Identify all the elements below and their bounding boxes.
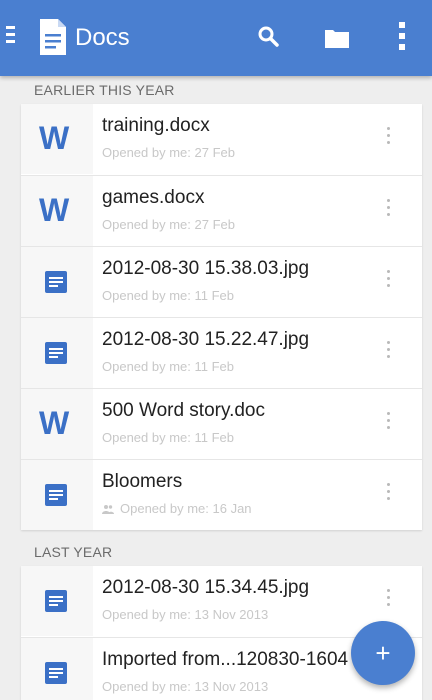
file-name: Imported from...120830-1604 bbox=[102, 649, 349, 670]
add-icon: + bbox=[375, 638, 391, 668]
file-row[interactable]: 2012-08-30 15.38.03.jpg Opened by me: 11… bbox=[21, 246, 422, 317]
doc-icon bbox=[45, 342, 67, 364]
row-overflow-icon[interactable] bbox=[386, 341, 392, 365]
app-bar: Docs bbox=[0, 0, 432, 76]
row-overflow-icon[interactable] bbox=[386, 270, 392, 294]
file-name: games.docx bbox=[102, 187, 205, 208]
file-row[interactable]: Bloomers Opened by me: 16 Jan bbox=[21, 459, 422, 530]
file-thumbnail bbox=[21, 566, 93, 636]
app-title: Docs bbox=[75, 24, 130, 51]
docs-logo-icon bbox=[40, 19, 66, 55]
file-meta-text: Opened by me: 16 Jan bbox=[120, 501, 252, 516]
doc-icon bbox=[45, 662, 67, 684]
file-meta: Opened by me: 11 Feb bbox=[102, 288, 235, 303]
file-thumbnail: W bbox=[21, 389, 93, 459]
row-overflow-icon[interactable] bbox=[386, 483, 392, 507]
file-meta: Opened by me: 13 Nov 2013 bbox=[102, 607, 269, 622]
section-header: EARLIER THIS YEAR bbox=[34, 82, 175, 98]
file-thumbnail: W bbox=[21, 176, 93, 246]
docs-app: Docs EARLIER THIS YEAR W training.docx O… bbox=[0, 0, 432, 700]
file-thumbnail bbox=[21, 460, 93, 530]
file-meta: Opened by me: 27 Feb bbox=[102, 217, 235, 232]
word-icon: W bbox=[39, 192, 70, 228]
file-name: 2012-08-30 15.38.03.jpg bbox=[102, 258, 310, 279]
more-vert-icon[interactable] bbox=[392, 18, 412, 54]
file-meta: Opened by me: 11 Feb bbox=[102, 430, 235, 445]
word-icon: W bbox=[39, 405, 70, 441]
row-overflow-icon[interactable] bbox=[386, 127, 392, 151]
search-icon[interactable] bbox=[254, 22, 284, 52]
file-meta: Opened by me: 11 Feb bbox=[102, 359, 235, 374]
folder-icon[interactable] bbox=[322, 23, 352, 53]
file-thumbnail bbox=[21, 638, 93, 700]
file-thumbnail bbox=[21, 247, 93, 317]
row-overflow-icon[interactable] bbox=[386, 412, 392, 436]
file-meta: Opened by me: 16 Jan bbox=[102, 501, 252, 516]
word-icon: W bbox=[39, 120, 70, 156]
file-row[interactable]: W games.docx Opened by me: 27 Feb bbox=[21, 175, 422, 246]
file-row[interactable]: W training.docx Opened by me: 27 Feb bbox=[21, 104, 422, 175]
file-name: 2012-08-30 15.34.45.jpg bbox=[102, 577, 310, 598]
file-name: training.docx bbox=[102, 115, 210, 136]
file-row[interactable]: 2012-08-30 15.22.47.jpg Opened by me: 11… bbox=[21, 317, 422, 388]
file-thumbnail: W bbox=[21, 104, 93, 174]
doc-icon bbox=[45, 590, 67, 612]
row-overflow-icon[interactable] bbox=[386, 199, 392, 223]
file-meta: Opened by me: 27 Feb bbox=[102, 145, 235, 160]
doc-icon bbox=[45, 484, 67, 506]
file-name: Bloomers bbox=[102, 471, 183, 492]
shared-people-icon bbox=[102, 505, 114, 514]
file-row[interactable]: W 500 Word story.doc Opened by me: 11 Fe… bbox=[21, 388, 422, 459]
doc-icon bbox=[45, 271, 67, 293]
file-name: 2012-08-30 15.22.47.jpg bbox=[102, 329, 310, 350]
file-thumbnail bbox=[21, 318, 93, 388]
file-list-card: W training.docx Opened by me: 27 Feb W g… bbox=[21, 104, 422, 530]
file-name: 500 Word story.doc bbox=[102, 400, 265, 421]
file-meta: Opened by me: 13 Nov 2013 bbox=[102, 679, 269, 694]
section-header: LAST YEAR bbox=[34, 544, 113, 560]
new-document-fab[interactable]: + bbox=[351, 621, 415, 685]
row-overflow-icon[interactable] bbox=[386, 589, 392, 613]
menu-icon[interactable] bbox=[6, 26, 16, 46]
